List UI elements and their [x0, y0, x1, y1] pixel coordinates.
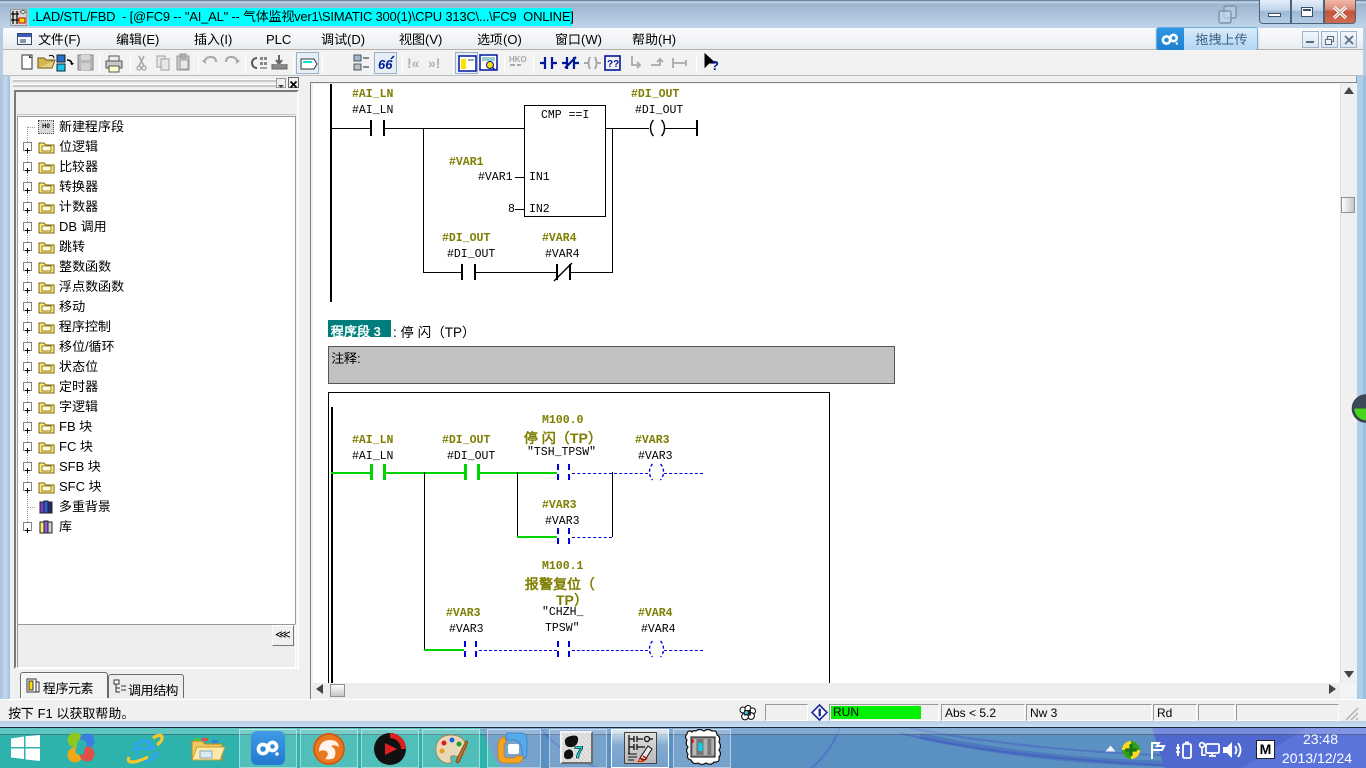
svg-text:HKO: HKO	[509, 55, 527, 64]
svg-text:??: ??	[607, 59, 619, 70]
svg-text:?: ?	[711, 58, 719, 73]
svg-text:7: 7	[574, 743, 583, 761]
svg-text:66: 66	[378, 57, 393, 72]
svg-text:»!: »!	[428, 55, 440, 71]
svg-text:!«: !«	[407, 55, 420, 71]
